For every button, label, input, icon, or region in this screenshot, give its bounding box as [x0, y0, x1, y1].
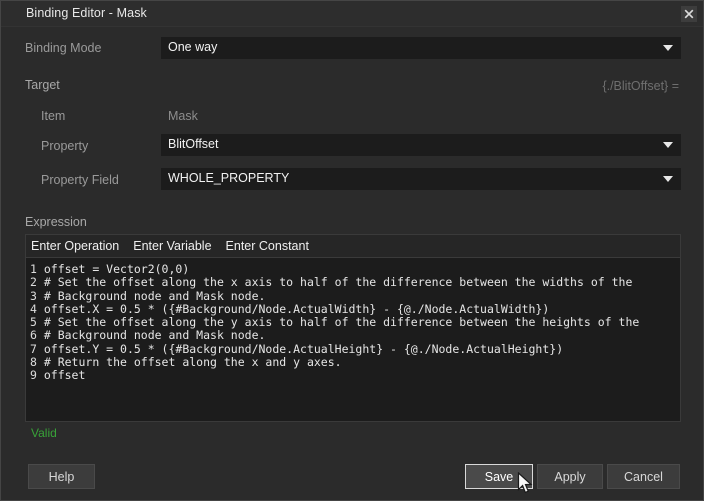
- binding-mode-combobox[interactable]: One way: [161, 37, 681, 59]
- window-title: Binding Editor - Mask: [26, 6, 147, 20]
- binding-path: {./BlitOffset} =: [602, 79, 679, 93]
- property-field-label: Property Field: [41, 173, 119, 187]
- binding-mode-value: One way: [168, 40, 218, 54]
- enter-operation-button[interactable]: Enter Operation: [31, 239, 119, 253]
- code-line-number: 5: [30, 315, 44, 330]
- code-line-number: 1: [30, 262, 44, 276]
- property-label: Property: [41, 139, 89, 153]
- binding-editor-dialog: Binding Editor - Mask Binding Mode One w…: [0, 0, 704, 501]
- apply-button[interactable]: Apply: [537, 464, 603, 489]
- code-line: 1 offset = Vector2(0,0): [26, 262, 680, 276]
- code-line: 5 # Set the offset along the y axis to h…: [26, 316, 680, 329]
- code-line-text: offset.Y = 0.5 * ({#Background/Node.Actu…: [43, 341, 564, 356]
- code-line: 3 # Background node and Mask node.: [26, 288, 680, 303]
- expression-code-editor[interactable]: 1 offset = Vector2(0,0) 2 # Set the offse…: [25, 258, 681, 422]
- close-icon: [684, 9, 694, 19]
- code-line-text: # Background node and Mask node.: [43, 328, 266, 343]
- chevron-down-icon: [663, 176, 673, 182]
- code-line: 7 offset.Y = 0.5 * ({#Background/Node.Ac…: [26, 341, 680, 356]
- titlebar: Binding Editor - Mask: [1, 1, 703, 27]
- code-line-text: offset.X = 0.5 * ({#Background/Node.Actu…: [43, 301, 550, 316]
- code-line-number: 4: [30, 301, 44, 316]
- target-section-label: Target: [25, 78, 60, 92]
- item-value: Mask: [168, 109, 198, 123]
- save-button[interactable]: Save: [465, 464, 533, 489]
- code-line: 6 # Background node and Mask node.: [26, 329, 680, 342]
- property-field-value: WHOLE_PROPERTY: [168, 171, 290, 185]
- code-line-text: offset: [43, 368, 86, 383]
- code-line-number: 3: [30, 288, 44, 303]
- expression-section-label: Expression: [25, 215, 87, 229]
- code-line: 8 # Return the offset along the x and y …: [26, 355, 680, 370]
- code-line: 2 # Set the offset along the x axis to h…: [26, 276, 680, 289]
- code-line: 9 offset: [26, 369, 680, 382]
- expression-toolbar: Enter Operation Enter Variable Enter Con…: [25, 234, 681, 258]
- code-line-text: # Set the offset along the x axis to hal…: [43, 275, 633, 290]
- code-line-number: 6: [30, 328, 44, 343]
- validation-status: Valid: [31, 426, 57, 440]
- code-line-text: # Return the offset along the x and y ax…: [43, 355, 342, 370]
- code-line-number: 8: [30, 355, 44, 370]
- close-button[interactable]: [681, 6, 697, 22]
- cancel-button[interactable]: Cancel: [607, 464, 680, 489]
- code-line-text: offset = Vector2(0,0): [43, 262, 190, 276]
- code-line-number: 7: [30, 341, 44, 356]
- chevron-down-icon: [663, 45, 673, 51]
- property-combobox[interactable]: BlitOffset: [161, 134, 681, 156]
- help-button[interactable]: Help: [28, 464, 95, 489]
- code-line-number: 2: [30, 275, 44, 290]
- code-line-number: 9: [30, 368, 44, 383]
- enter-constant-button[interactable]: Enter Constant: [226, 239, 309, 253]
- binding-mode-label: Binding Mode: [25, 41, 102, 55]
- chevron-down-icon: [663, 142, 673, 148]
- property-field-combobox[interactable]: WHOLE_PROPERTY: [161, 168, 681, 190]
- property-value: BlitOffset: [168, 137, 219, 151]
- code-line-text: # Background node and Mask node.: [43, 288, 266, 303]
- enter-variable-button[interactable]: Enter Variable: [133, 239, 211, 253]
- code-line: 4 offset.X = 0.5 * ({#Background/Node.Ac…: [26, 301, 680, 316]
- item-label: Item: [41, 109, 66, 123]
- code-line-text: # Set the offset along the y axis to hal…: [43, 315, 640, 330]
